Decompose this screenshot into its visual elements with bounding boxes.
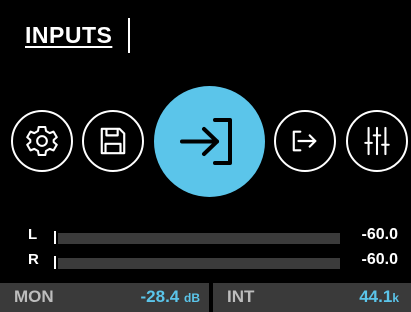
level-bar	[58, 233, 340, 244]
monitor-unit: dB	[184, 291, 200, 305]
save-icon	[100, 127, 126, 155]
sample-rate-unit: k	[392, 291, 399, 305]
clock-source-label: INT	[227, 287, 255, 306]
page-title: INPUTS	[25, 22, 113, 48]
gear-icon	[26, 125, 58, 157]
meter-peak-marker	[54, 231, 56, 244]
sample-rate-cell[interactable]: INT 44.1k	[213, 283, 411, 312]
title-divider	[128, 18, 130, 53]
mixer-icon	[364, 126, 390, 156]
meter-peak-marker	[54, 256, 56, 269]
channel-label: L	[28, 226, 38, 243]
save-button[interactable]	[82, 110, 144, 172]
level-bar	[58, 258, 340, 269]
monitor-number: -28.4	[140, 287, 180, 306]
output-icon	[292, 130, 317, 152]
level-readout: -60.0	[361, 251, 398, 268]
right-channel-meter: R -60.0	[0, 251, 411, 273]
status-bar: MON -28.4 dB INT 44.1k	[0, 283, 411, 312]
channel-label: R	[28, 251, 39, 268]
settings-button[interactable]	[11, 110, 73, 172]
monitor-label: MON	[14, 287, 54, 306]
sample-rate-value: 44.1k	[359, 287, 399, 307]
monitor-level-cell[interactable]: MON -28.4 dB	[0, 283, 209, 312]
left-channel-meter: L -60.0	[0, 226, 411, 248]
mixer-button[interactable]	[346, 110, 408, 172]
input-icon	[180, 118, 232, 165]
level-readout: -60.0	[361, 226, 398, 243]
outputs-button[interactable]	[274, 110, 336, 172]
sample-rate-number: 44.1	[359, 287, 393, 306]
monitor-value: -28.4 dB	[141, 287, 200, 307]
inputs-button[interactable]	[154, 86, 265, 197]
